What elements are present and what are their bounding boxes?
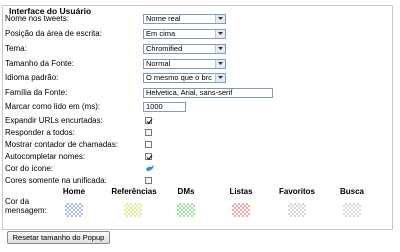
font-family-label: Família da Fonte:	[5, 88, 68, 97]
mark-read-input[interactable]: 1000	[143, 102, 186, 112]
unread-colors-label: Cores somente na unificada:	[5, 176, 107, 185]
call-counter-checkbox[interactable]	[145, 141, 152, 148]
unread-colors-checkbox[interactable]	[145, 177, 152, 184]
color-swatch-dms[interactable]	[177, 203, 195, 217]
message-color-label-line2: mensagem:	[5, 206, 47, 215]
autocomplete-checkbox[interactable]	[145, 153, 153, 161]
expand-urls-label: Expandir URLs encurtadas:	[5, 116, 103, 125]
reply-all-checkbox[interactable]	[145, 129, 152, 136]
font-family-input[interactable]: Helvetica, Arial, sans-serif	[143, 88, 273, 98]
theme-value: Chromified	[146, 44, 183, 53]
font-size-label: Tamanho da Fonte:	[5, 59, 74, 68]
font-size-select[interactable]: Normal	[143, 59, 226, 69]
reply-all-label: Responder a todos:	[5, 128, 75, 137]
chevron-down-icon	[215, 15, 225, 23]
checkmark-icon	[146, 118, 153, 125]
chevron-down-icon	[215, 60, 225, 68]
color-swatch-home[interactable]	[65, 203, 83, 217]
chevron-down-icon	[215, 74, 225, 82]
theme-select[interactable]: Chromified	[143, 44, 226, 54]
chevron-down-icon	[215, 30, 225, 38]
tweet-names-value: Nome real	[146, 14, 181, 23]
column-header-home: Home	[62, 187, 86, 196]
checkmark-icon	[146, 154, 153, 161]
column-header-favorites: Favoritos	[278, 187, 315, 196]
icon-color-label: Cor do ícone:	[5, 164, 54, 173]
twitter-bird-icon[interactable]	[145, 164, 155, 172]
theme-label: Tema:	[5, 44, 27, 53]
color-swatch-favorites[interactable]	[288, 203, 306, 217]
column-header-search: Busca	[339, 187, 364, 196]
tweet-names-label: Nome nos tweets:	[5, 14, 70, 23]
column-header-lists: Listas	[229, 187, 253, 196]
font-size-value: Normal	[146, 59, 171, 68]
language-select[interactable]: O mesmo que o brc	[143, 73, 226, 83]
color-swatch-lists[interactable]	[232, 203, 250, 217]
language-label: Idioma padrão:	[5, 73, 59, 82]
language-value: O mesmo que o brc	[146, 73, 212, 82]
column-header-dms: DMs	[177, 187, 195, 196]
color-swatch-search[interactable]	[343, 203, 361, 217]
mark-read-label: Marcar como lido em (ms):	[5, 102, 101, 111]
call-counter-label: Mostrar contador de chamadas:	[5, 140, 118, 149]
tweet-names-select[interactable]: Nome real	[143, 14, 226, 24]
expand-urls-checkbox[interactable]	[145, 117, 153, 125]
compose-position-label: Posição da área de escrita:	[5, 29, 102, 38]
compose-position-value: Em cima	[146, 29, 176, 38]
reset-popup-size-button[interactable]: Resetar tamanho do Popup	[7, 231, 110, 244]
chevron-down-icon	[215, 45, 225, 53]
autocomplete-label: Autocompletar nomes:	[5, 152, 86, 161]
compose-position-select[interactable]: Em cima	[143, 29, 226, 39]
column-header-references: Referências	[111, 187, 157, 196]
color-swatch-references[interactable]	[124, 203, 142, 217]
